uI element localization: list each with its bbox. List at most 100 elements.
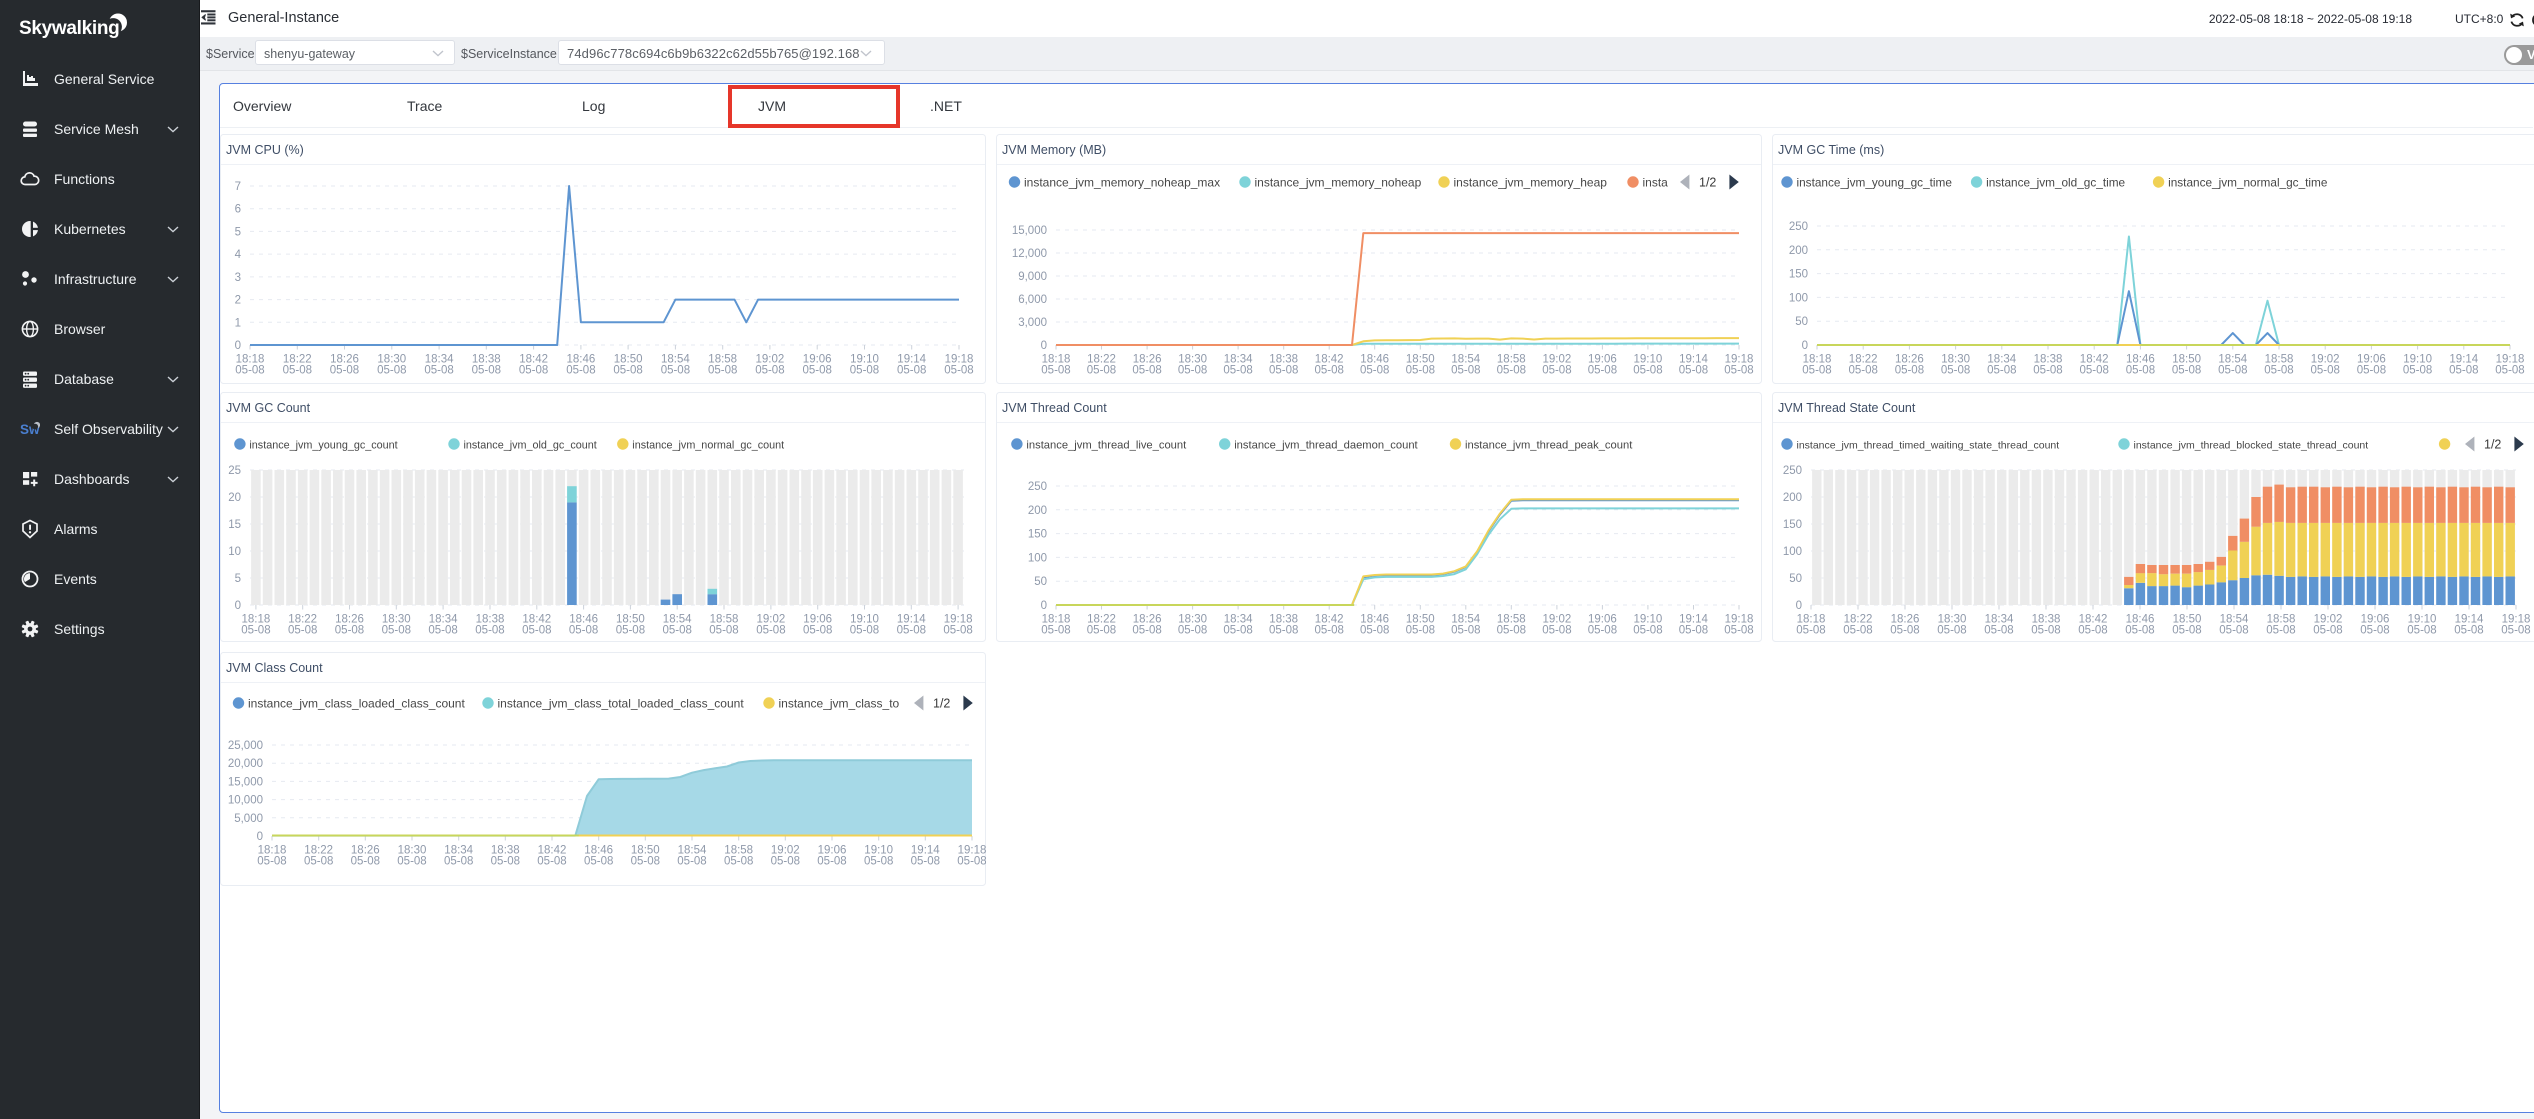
svg-text:100: 100 <box>1789 292 1808 304</box>
svg-text:05-08: 05-08 <box>1087 625 1116 637</box>
svg-text:05-08: 05-08 <box>397 856 426 868</box>
svg-text:instance_jvm_memory_heap: instance_jvm_memory_heap <box>1454 176 1608 190</box>
svg-text:05-08: 05-08 <box>1223 625 1252 637</box>
svg-text:05-08: 05-08 <box>1269 365 1298 377</box>
svg-text:05-08: 05-08 <box>1178 365 1207 377</box>
svg-text:15: 15 <box>228 519 241 531</box>
svg-text:05-08: 05-08 <box>2266 625 2295 637</box>
svg-text:05-08: 05-08 <box>569 625 598 637</box>
svg-text:0: 0 <box>1041 340 1047 352</box>
svg-text:50: 50 <box>1795 316 1808 328</box>
svg-text:200: 200 <box>1789 245 1808 257</box>
svg-text:05-08: 05-08 <box>1890 625 1919 637</box>
svg-text:05-08: 05-08 <box>2033 365 2062 377</box>
svg-text:05-08: 05-08 <box>1724 365 1753 377</box>
svg-text:15,000: 15,000 <box>1012 225 1047 237</box>
svg-text:05-08: 05-08 <box>424 365 453 377</box>
svg-text:5: 5 <box>235 226 241 238</box>
svg-text:05-08: 05-08 <box>257 856 286 868</box>
svg-text:05-08: 05-08 <box>351 856 380 868</box>
svg-text:05-08: 05-08 <box>1497 625 1526 637</box>
svg-text:05-08: 05-08 <box>1132 365 1161 377</box>
svg-text:instance_jvm_normal_gc_time: instance_jvm_normal_gc_time <box>2168 176 2328 190</box>
svg-text:05-08: 05-08 <box>631 856 660 868</box>
svg-text:200: 200 <box>1783 492 1802 504</box>
svg-text:0: 0 <box>235 340 241 352</box>
svg-text:250: 250 <box>1789 221 1808 233</box>
svg-text:05-08: 05-08 <box>1451 625 1480 637</box>
svg-text:05-08: 05-08 <box>472 365 501 377</box>
svg-text:5: 5 <box>235 573 241 585</box>
svg-text:05-08: 05-08 <box>235 365 264 377</box>
svg-text:instance_jvm_memory_noheap: instance_jvm_memory_noheap <box>1255 176 1422 190</box>
svg-text:JVM GC Count: JVM GC Count <box>226 401 311 415</box>
svg-text:1/2: 1/2 <box>1699 176 1716 190</box>
svg-text:JVM GC Time (ms): JVM GC Time (ms) <box>1778 143 1884 157</box>
svg-text:05-08: 05-08 <box>444 856 473 868</box>
svg-text:05-08: 05-08 <box>1314 625 1343 637</box>
svg-text:05-08: 05-08 <box>1041 365 1070 377</box>
svg-text:05-08: 05-08 <box>1802 365 1831 377</box>
svg-text:10: 10 <box>228 546 241 558</box>
svg-text:JVM Thread State Count: JVM Thread State Count <box>1778 401 1916 415</box>
svg-text:05-08: 05-08 <box>1314 365 1343 377</box>
svg-text:05-08: 05-08 <box>2407 625 2436 637</box>
svg-text:05-08: 05-08 <box>1087 365 1116 377</box>
svg-text:instance_jvm_old_gc_count: instance_jvm_old_gc_count <box>464 440 597 452</box>
svg-text:insta: insta <box>1643 176 1669 190</box>
svg-text:05-08: 05-08 <box>756 625 785 637</box>
svg-text:05-08: 05-08 <box>677 856 706 868</box>
svg-text:05-08: 05-08 <box>304 856 333 868</box>
svg-text:9,000: 9,000 <box>1018 271 1047 283</box>
svg-text:150: 150 <box>1783 519 1802 531</box>
svg-text:05-08: 05-08 <box>1360 365 1389 377</box>
svg-text:instance_jvm_class_loaded_clas: instance_jvm_class_loaded_class_count <box>248 697 465 711</box>
svg-text:05-08: 05-08 <box>2360 625 2389 637</box>
svg-text:05-08: 05-08 <box>1633 365 1662 377</box>
svg-text:instance_jvm_thread_blocked_st: instance_jvm_thread_blocked_state_thread… <box>2134 440 2369 452</box>
svg-text:JVM CPU (%): JVM CPU (%) <box>226 143 304 157</box>
svg-text:7: 7 <box>235 181 241 193</box>
svg-text:05-08: 05-08 <box>755 365 784 377</box>
svg-text:05-08: 05-08 <box>1633 625 1662 637</box>
svg-text:05-08: 05-08 <box>2079 365 2108 377</box>
svg-text:05-08: 05-08 <box>1987 365 2016 377</box>
svg-text:6,000: 6,000 <box>1018 294 1047 306</box>
svg-text:05-08: 05-08 <box>1941 365 1970 377</box>
svg-text:instance_jvm_young_gc_count: instance_jvm_young_gc_count <box>249 440 397 452</box>
svg-text:05-08: 05-08 <box>1724 625 1753 637</box>
svg-text:05-08: 05-08 <box>1848 365 1877 377</box>
svg-text:0: 0 <box>1802 340 1808 352</box>
svg-text:05-08: 05-08 <box>1269 625 1298 637</box>
svg-text:05-08: 05-08 <box>817 856 846 868</box>
svg-text:05-08: 05-08 <box>661 365 690 377</box>
svg-text:05-08: 05-08 <box>2125 625 2154 637</box>
svg-text:instance_jvm_class_total_loade: instance_jvm_class_total_loaded_class_co… <box>498 697 745 711</box>
svg-text:05-08: 05-08 <box>709 625 738 637</box>
svg-text:05-08: 05-08 <box>2126 365 2155 377</box>
svg-text:05-08: 05-08 <box>1679 365 1708 377</box>
svg-text:instance_jvm_normal_gc_count: instance_jvm_normal_gc_count <box>632 440 784 452</box>
svg-text:5,000: 5,000 <box>234 813 263 825</box>
svg-text:05-08: 05-08 <box>2219 625 2248 637</box>
svg-text:05-08: 05-08 <box>2501 625 2530 637</box>
svg-text:05-08: 05-08 <box>943 625 972 637</box>
svg-text:05-08: 05-08 <box>1984 625 2013 637</box>
svg-text:05-08: 05-08 <box>802 365 831 377</box>
svg-text:12,000: 12,000 <box>1012 248 1047 260</box>
svg-text:05-08: 05-08 <box>897 625 926 637</box>
svg-text:4: 4 <box>235 249 242 261</box>
svg-text:0: 0 <box>1041 600 1047 612</box>
svg-text:05-08: 05-08 <box>771 856 800 868</box>
svg-text:05-08: 05-08 <box>522 625 551 637</box>
svg-text:05-08: 05-08 <box>2313 625 2342 637</box>
svg-text:05-08: 05-08 <box>1588 625 1617 637</box>
svg-text:instance_jvm_thread_live_count: instance_jvm_thread_live_count <box>1026 440 1187 452</box>
svg-text:05-08: 05-08 <box>1406 365 1435 377</box>
svg-text:05-08: 05-08 <box>803 625 832 637</box>
svg-text:JVM Thread Count: JVM Thread Count <box>1002 401 1107 415</box>
svg-text:05-08: 05-08 <box>613 365 642 377</box>
svg-text:1: 1 <box>235 317 241 329</box>
svg-text:0: 0 <box>1796 600 1802 612</box>
svg-text:05-08: 05-08 <box>864 856 893 868</box>
